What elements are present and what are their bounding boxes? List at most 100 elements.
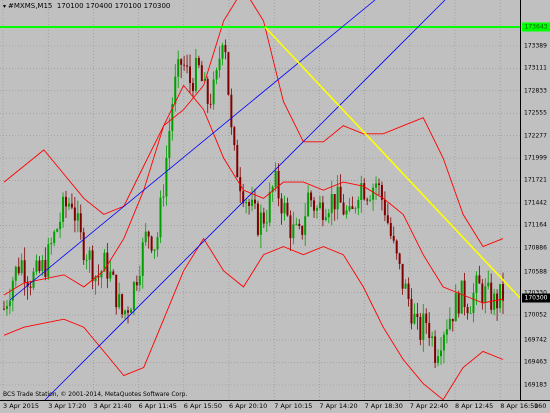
candle-body [448, 318, 451, 330]
candle-body [310, 192, 313, 201]
candle-body [407, 283, 410, 299]
time-scale[interactable]: 3 Apr 2015 3 Apr 17:20 3 Apr 21:40 6 Apr 11… [0, 400, 550, 413]
price-tick-label: 173111 [524, 64, 547, 72]
candle-body [17, 266, 20, 274]
candle-body [475, 275, 478, 293]
candle-body [44, 259, 47, 277]
time-tick-label: 6 Apr 20:10 [229, 402, 268, 410]
price-tick-label: 169183 [524, 381, 547, 389]
chart-window[interactable]: ▾ #MXMS,M15 170100 170400 170100 170300 B… [0, 0, 550, 413]
candle-body [85, 259, 88, 261]
candle-body [416, 313, 419, 317]
candle-body [168, 130, 171, 158]
candle-body [124, 310, 127, 315]
candle-body [463, 280, 466, 308]
candle-body [428, 323, 431, 339]
candle-body [88, 250, 91, 260]
bollinger-upper-band [3, 0, 504, 248]
candle-body [245, 202, 248, 204]
candle-body [221, 44, 224, 59]
candle-body [295, 223, 298, 225]
candle-body [375, 183, 378, 188]
candle-body [253, 199, 256, 204]
candle-body [144, 231, 147, 243]
candle-body [345, 210, 348, 215]
candle-body [265, 222, 268, 224]
candle-body [274, 170, 277, 187]
candle-body [469, 312, 472, 314]
price-tick-label: 169463 [524, 358, 547, 366]
time-tick-label: 3 Apr 21:40 [93, 402, 132, 410]
candle-body [224, 44, 227, 53]
candle-body [227, 52, 230, 95]
time-tick-label: 6 Apr 15:50 [183, 402, 223, 410]
price-tick-label: 172833 [524, 87, 547, 95]
candle-body [218, 58, 221, 71]
candle-body [138, 275, 141, 286]
price-tick-label: 171721 [524, 176, 547, 184]
candle-body [186, 65, 189, 67]
candle-body [127, 310, 130, 313]
channel-line-upper [9, 0, 376, 301]
candle-body [398, 253, 401, 264]
candle-body [466, 307, 469, 314]
candle-body [348, 206, 351, 211]
candle-body [377, 183, 380, 186]
candle-body [307, 192, 310, 217]
price-tick-label: 170588 [524, 268, 547, 276]
candle-body [189, 66, 192, 83]
time-tick-label: 7 Apr 22:40 [409, 402, 449, 410]
candle-body [159, 197, 162, 238]
candle-body [280, 198, 283, 214]
candle-body [437, 356, 440, 363]
candle-body [454, 293, 457, 322]
candle-body [413, 313, 416, 324]
copyright-text: BCS Trade Station, © 2001-2014, MetaQuot… [3, 391, 188, 398]
trendline-yellow [264, 26, 520, 299]
candle-body [301, 225, 304, 235]
candle-body [82, 232, 85, 260]
candle-body [451, 318, 454, 322]
candle-body [262, 212, 265, 224]
candle-body [8, 300, 11, 307]
price-scale[interactable]: 173389 173111 172833 172555 172277 171999 1717… [520, 0, 550, 400]
plot-area[interactable]: ▾ #MXMS,M15 170100 170400 170100 170300 B… [0, 0, 520, 400]
candle-body [141, 242, 144, 276]
candle-body [209, 103, 212, 105]
candle-body [73, 207, 76, 221]
chart-collapse-icon[interactable]: ▾ [3, 3, 6, 10]
candle-body [321, 202, 324, 220]
candle-body [59, 221, 62, 230]
candle-body [434, 336, 437, 363]
candle-body [38, 260, 41, 272]
candle-body [248, 202, 251, 206]
candle-body [277, 170, 280, 199]
candle-body [50, 243, 53, 245]
candle-body [109, 271, 112, 279]
price-chart[interactable] [0, 0, 520, 400]
time-scale-corner-label: 160 [534, 402, 547, 410]
candle-body [304, 216, 307, 235]
candle-body [47, 244, 50, 277]
candle-body [339, 186, 342, 203]
candle-body [383, 199, 386, 216]
candle-body [206, 79, 209, 104]
candle-body [496, 293, 499, 309]
horizontal-line-price-tag: 173643 [522, 22, 550, 32]
candle-body [91, 250, 94, 282]
time-tick-label: 7 Apr 10:15 [274, 402, 313, 410]
candle-body [5, 306, 8, 309]
candle-body [324, 217, 327, 220]
candle-body [97, 276, 100, 278]
candle-body [389, 223, 392, 236]
candle-body [490, 282, 493, 310]
symbol-label: #MXMS,M15 [8, 2, 53, 10]
candle-body [487, 282, 490, 287]
candle-body [342, 202, 345, 215]
candle-body [419, 316, 422, 340]
candle-body [392, 235, 395, 241]
candle-body [395, 240, 398, 254]
candle-body [439, 350, 442, 357]
chart-header: ▾ #MXMS,M15 170100 170400 170100 170300 [3, 2, 170, 10]
price-tick-label: 170886 [524, 244, 547, 252]
